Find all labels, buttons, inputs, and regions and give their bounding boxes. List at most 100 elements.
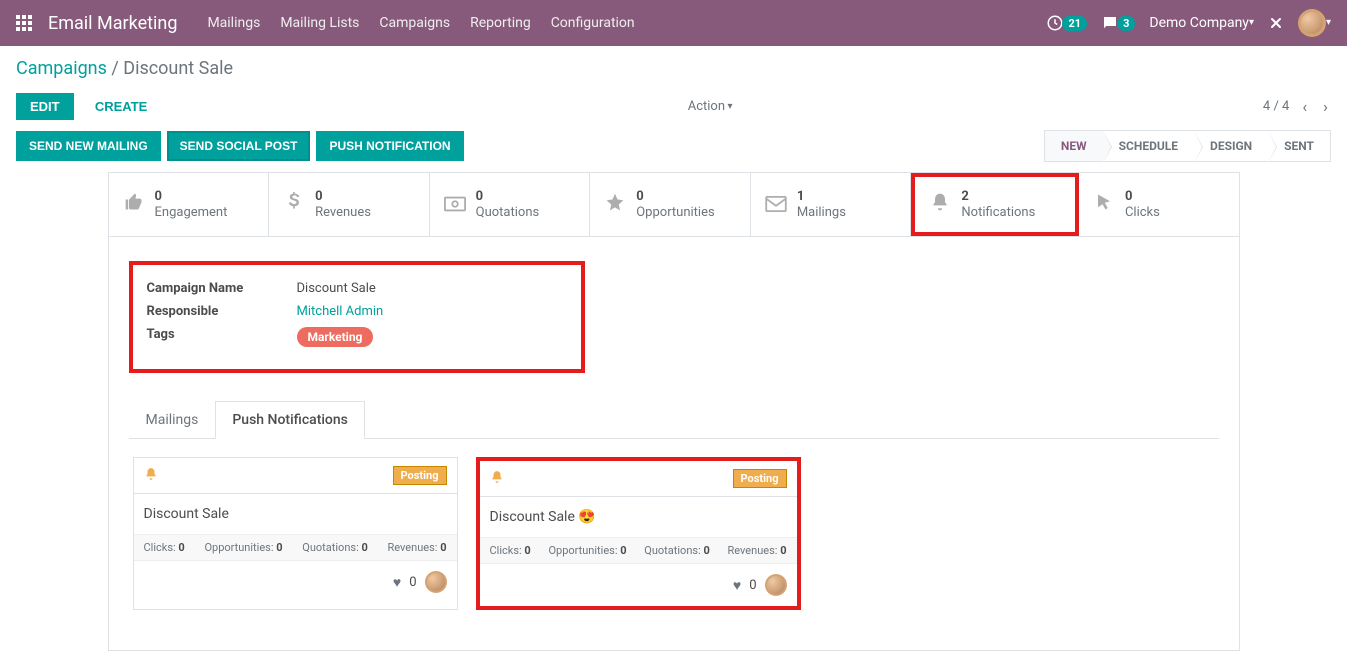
label-responsible: Responsible [147, 304, 297, 319]
notification-card[interactable]: Posting Discount Sale Clicks: 0 Opportun… [133, 457, 458, 610]
send-new-mailing-button[interactable]: SEND NEW MAILING [16, 131, 161, 161]
stat-opportunities-value: 0 [636, 189, 714, 205]
stat-engagement-label: Engagement [155, 205, 228, 221]
tab-bar: Mailings Push Notifications [129, 401, 1219, 439]
cursor-icon [1093, 192, 1115, 217]
card-clicks-label: Clicks: [490, 544, 522, 557]
debug-icon[interactable] [1268, 15, 1284, 31]
card-rev-label: Revenues: [728, 544, 778, 557]
stat-opportunities-label: Opportunities [636, 205, 714, 221]
stat-mailings[interactable]: 1Mailings [751, 173, 912, 236]
card-rev-value: 0 [440, 541, 446, 554]
card-clicks-value: 0 [178, 541, 184, 554]
posting-badge: Posting [393, 466, 447, 485]
notification-card[interactable]: Posting Discount Sale 😍 Clicks: 0 Opport… [476, 457, 801, 610]
heart-icon[interactable]: ♥ [393, 574, 401, 591]
stat-quotations-value: 0 [476, 189, 540, 205]
menu-mailings[interactable]: Mailings [207, 15, 260, 31]
stat-notifications-value: 2 [961, 189, 1035, 205]
menu-campaigns[interactable]: Campaigns [379, 15, 450, 31]
messages-count: 3 [1117, 16, 1135, 31]
label-tags: Tags [147, 327, 297, 347]
push-notification-button[interactable]: PUSH NOTIFICATION [316, 131, 463, 161]
create-button[interactable]: CREATE [85, 93, 157, 120]
card-title: Discount Sale [134, 494, 457, 534]
stage-schedule[interactable]: SCHEDULE [1103, 130, 1194, 162]
stage-new[interactable]: NEW [1044, 130, 1103, 162]
avatar-icon[interactable] [425, 571, 447, 593]
company-switcher[interactable]: Demo Company [1149, 15, 1254, 31]
user-menu[interactable] [1298, 9, 1331, 37]
value-responsible[interactable]: Mitchell Admin [297, 304, 384, 319]
apps-icon[interactable] [16, 15, 32, 31]
form-sheet: 0Engagement 0Revenues 0Quotations 0Oppor… [108, 172, 1240, 651]
thumbs-up-icon [123, 192, 145, 217]
tab-push-notifications[interactable]: Push Notifications [215, 401, 365, 439]
bell-icon [490, 470, 504, 488]
card-opp-value: 0 [276, 541, 282, 554]
bell-icon [929, 192, 951, 217]
tag-marketing[interactable]: Marketing [297, 327, 374, 347]
heart-icon[interactable]: ♥ [733, 577, 741, 594]
activities-count: 21 [1062, 16, 1087, 31]
app-title[interactable]: Email Marketing [48, 13, 177, 34]
top-navbar: Email Marketing Mailings Mailing Lists C… [0, 0, 1347, 46]
stat-quotations-label: Quotations [476, 205, 540, 221]
card-likes: 0 [749, 578, 756, 593]
card-likes: 0 [409, 575, 416, 590]
menu-mailing-lists[interactable]: Mailing Lists [280, 15, 359, 31]
card-title: Discount Sale 😍 [480, 497, 797, 537]
stat-notifications-label: Notifications [961, 205, 1035, 221]
card-rev-value: 0 [780, 544, 786, 557]
card-clicks-value: 0 [524, 544, 530, 557]
card-quo-value: 0 [703, 544, 709, 557]
card-rev-label: Revenues: [388, 541, 438, 554]
stat-quotations[interactable]: 0Quotations [430, 173, 591, 236]
card-opp-label: Opportunities: [204, 541, 273, 554]
card-quo-value: 0 [361, 541, 367, 554]
tab-mailings[interactable]: Mailings [129, 401, 216, 439]
form-body: Campaign Name Discount Sale Responsible … [109, 237, 1239, 383]
control-panel: Campaigns / Discount Sale EDIT CREATE Ac… [0, 46, 1347, 120]
card-opp-label: Opportunities: [548, 544, 617, 557]
stage-design[interactable]: DESIGN [1194, 130, 1268, 162]
posting-badge: Posting [733, 469, 787, 488]
stat-engagement[interactable]: 0Engagement [109, 173, 270, 236]
stat-opportunities[interactable]: 0Opportunities [590, 173, 751, 236]
stat-notifications[interactable]: 2Notifications [911, 173, 1079, 236]
star-icon [604, 192, 626, 217]
avatar-icon[interactable] [765, 574, 787, 596]
pager-next[interactable]: › [1320, 97, 1331, 116]
stat-clicks[interactable]: 0Clicks [1079, 173, 1239, 236]
stat-revenues[interactable]: 0Revenues [269, 173, 430, 236]
card-quo-label: Quotations: [302, 541, 358, 554]
breadcrumb-parent[interactable]: Campaigns [16, 58, 107, 79]
form-highlight-box: Campaign Name Discount Sale Responsible … [129, 261, 585, 373]
menu-reporting[interactable]: Reporting [470, 15, 531, 31]
avatar-icon [1298, 9, 1326, 37]
messages-icon[interactable]: 3 [1101, 14, 1135, 32]
card-opp-value: 0 [620, 544, 626, 557]
card-quo-label: Quotations: [644, 544, 700, 557]
stat-engagement-value: 0 [155, 189, 228, 205]
stat-revenues-value: 0 [315, 189, 371, 205]
kanban-area: Posting Discount Sale Clicks: 0 Opportun… [109, 439, 1239, 650]
label-campaign-name: Campaign Name [147, 281, 297, 296]
breadcrumb: Campaigns / Discount Sale [16, 58, 1331, 79]
breadcrumb-current: Discount Sale [123, 58, 233, 79]
envelope-icon [765, 193, 787, 217]
bell-icon [144, 467, 158, 485]
menu-configuration[interactable]: Configuration [551, 15, 635, 31]
stat-clicks-label: Clicks [1125, 205, 1160, 221]
send-social-post-button[interactable]: SEND SOCIAL POST [167, 131, 311, 161]
stage-sent[interactable]: SENT [1268, 130, 1331, 162]
money-icon [444, 193, 466, 217]
edit-button[interactable]: EDIT [16, 93, 74, 120]
pager-prev[interactable]: ‹ [1299, 97, 1310, 116]
main-menu: Mailings Mailing Lists Campaigns Reporti… [207, 15, 634, 31]
activities-icon[interactable]: 21 [1046, 14, 1087, 32]
card-clicks-label: Clicks: [144, 541, 176, 554]
action-menu[interactable]: Action [688, 99, 733, 114]
stat-clicks-value: 0 [1125, 189, 1160, 205]
breadcrumb-sep: / [107, 58, 123, 79]
